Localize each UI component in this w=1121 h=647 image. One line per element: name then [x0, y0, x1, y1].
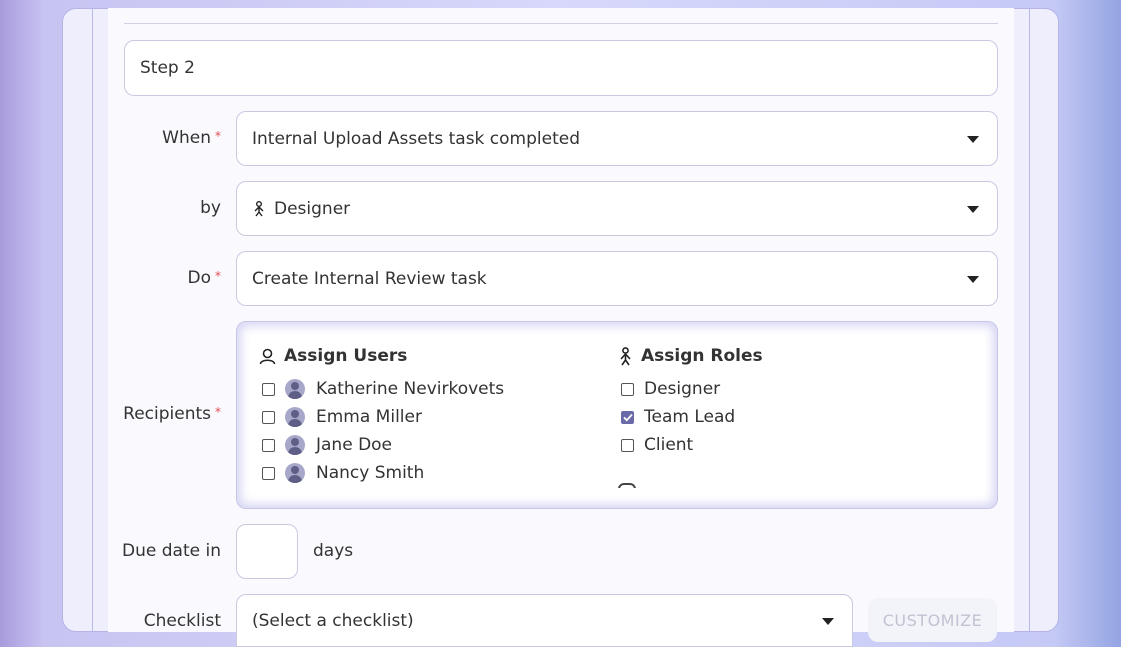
due-date-input[interactable]: [236, 524, 298, 579]
assign-roles-heading: Assign Roles: [618, 346, 763, 366]
due-date-label: Due date in: [122, 541, 221, 561]
avatar: [285, 407, 305, 427]
role-checkbox[interactable]: [621, 438, 634, 452]
when-value: Internal Upload Assets task completed: [252, 128, 581, 149]
role-row[interactable]: Team Lead: [621, 407, 735, 427]
assign-users-heading: Assign Users: [259, 346, 407, 366]
step-name-value: Step 2: [140, 58, 195, 78]
recipients-box[interactable]: Assign Users Katherine Nevirkovets Emma …: [236, 321, 998, 509]
frame-rail-right: [1029, 8, 1030, 632]
chevron-down-icon: [822, 617, 834, 625]
role-row[interactable]: Client: [621, 435, 693, 455]
user-checkbox[interactable]: [262, 410, 275, 424]
when-label: When *: [162, 128, 221, 148]
by-value: Designer: [274, 198, 351, 219]
customize-button[interactable]: CUSTOMIZE: [868, 598, 997, 642]
divider: [124, 23, 998, 24]
checklist-label: Checklist: [143, 611, 221, 631]
recipients-label: Recipients *: [123, 404, 221, 424]
role-icon: [618, 346, 641, 366]
check-icon: [622, 413, 633, 421]
user-checkbox[interactable]: [262, 466, 275, 480]
user-row[interactable]: Nancy Smith: [262, 463, 424, 483]
user-checkbox[interactable]: [262, 382, 275, 396]
role-row[interactable]: Designer: [621, 379, 720, 399]
user-icon: [259, 348, 284, 365]
user-row[interactable]: Katherine Nevirkovets: [262, 379, 504, 399]
do-value: Create Internal Review task: [252, 268, 487, 289]
role-checkbox[interactable]: [621, 410, 634, 424]
frame-rail-left: [92, 8, 93, 632]
when-select[interactable]: Internal Upload Assets task completed: [236, 111, 998, 166]
do-select[interactable]: Create Internal Review task: [236, 251, 998, 306]
next-section-heading-clipped: [618, 482, 728, 488]
do-label: Do *: [187, 268, 222, 288]
chevron-down-icon: [967, 275, 979, 283]
role-icon: [252, 200, 266, 217]
by-select[interactable]: Designer: [236, 181, 998, 236]
user-checkbox[interactable]: [262, 438, 275, 452]
chevron-down-icon: [967, 205, 979, 213]
chevron-down-icon: [967, 135, 979, 143]
avatar: [285, 379, 305, 399]
checklist-select[interactable]: (Select a checklist): [236, 594, 853, 647]
avatar: [285, 463, 305, 483]
due-date-suffix: days: [313, 541, 354, 561]
user-row[interactable]: Emma Miller: [262, 407, 422, 427]
by-label: by: [200, 198, 221, 218]
user-row[interactable]: Jane Doe: [262, 435, 392, 455]
avatar: [285, 435, 305, 455]
step-name-input[interactable]: Step 2: [124, 40, 998, 96]
role-checkbox[interactable]: [621, 382, 634, 396]
checklist-value: (Select a checklist): [252, 610, 414, 631]
